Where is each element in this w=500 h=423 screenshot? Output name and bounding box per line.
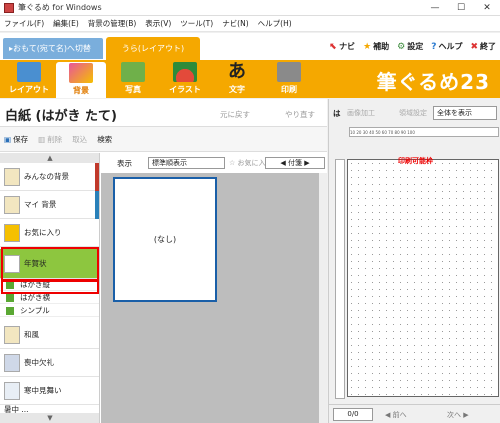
page-title: 白紙 (はがき たて) (5, 109, 117, 124)
horizontal-ruler: 10 20 30 40 50 60 70 80 90 100 (349, 127, 499, 137)
preview-tool-ha[interactable]: は (333, 108, 341, 119)
save-button[interactable]: ▣ 保存 (4, 134, 28, 145)
thumbnail-toolbar: 表示 標準順表示 ☆ お気に入 ◀ 付箋 ▶ (101, 153, 327, 173)
category-japanese[interactable]: 和風 (0, 321, 99, 349)
subcategory-simple[interactable]: シンプル (0, 305, 99, 317)
category-favorites[interactable]: お気に入り (0, 219, 99, 247)
trash-icon: ▥ (38, 134, 46, 144)
preview-footer: 0/0 ◀ 前へ 次へ ▶ (329, 404, 500, 423)
menu-edit[interactable]: 編集(E) (53, 18, 79, 29)
menu-background[interactable]: 背景の管理(B) (88, 18, 137, 29)
menu-bar: ファイル(F) 編集(E) 背景の管理(B) 表示(V) ツール(T) ナビ(N… (0, 16, 500, 32)
maximize-button[interactable]: ☐ (448, 0, 474, 16)
cursor-icon: ⬉ (329, 41, 338, 52)
window-controls: — ☐ ✕ (422, 0, 500, 16)
minimize-button[interactable]: — (422, 0, 448, 16)
background-button[interactable]: 背景 (56, 62, 106, 98)
layout-icon (17, 62, 41, 82)
area-setting-button[interactable]: 領域設定 (399, 108, 427, 118)
category-mourning[interactable]: 喪中欠礼 (0, 349, 99, 377)
menu-file[interactable]: ファイル(F) (4, 18, 44, 29)
illustration-button[interactable]: イラスト (160, 62, 210, 97)
help-link[interactable]: ? ヘルプ (431, 41, 462, 52)
layout-button[interactable]: レイアウト (4, 62, 54, 97)
redo-button[interactable]: やり直す (285, 109, 315, 120)
delete-button[interactable]: ▥ 削除 (38, 134, 62, 145)
category-icon (4, 167, 20, 186)
import-button[interactable]: 取込 (72, 134, 87, 145)
preview-toolbar: は 画像加工 領域設定 全体を表示 (329, 105, 500, 121)
background-icon (69, 63, 93, 83)
category-my[interactable]: マイ 背景 (0, 191, 99, 219)
menu-view[interactable]: 表示(V) (145, 18, 171, 29)
sort-select[interactable]: 標準順表示 (148, 157, 225, 169)
zoom-select[interactable]: 全体を表示 (433, 106, 497, 120)
view-label: 表示 (117, 159, 132, 168)
mode-bar: ▸おもて(宛て名)へ切替 うら(レイアウト) ⬉ ナビ ★ 補助 ⚙ 設定 ? ヘルプ … (0, 33, 500, 60)
text-button[interactable]: あ 文字 (212, 62, 262, 97)
thumbnail-scrollbar[interactable] (319, 173, 327, 423)
close-button[interactable]: ✕ (474, 0, 500, 16)
category-icon (4, 195, 20, 214)
assist-link[interactable]: ★ 補助 (363, 41, 389, 52)
panel-header: 白紙 (はがき たて) 元に戻す やり直す (0, 99, 327, 127)
highlight-newyear (1, 247, 99, 281)
postcard-canvas[interactable]: 印刷可能枠 (347, 157, 499, 397)
print-button[interactable]: 印刷 (264, 62, 314, 97)
menu-tools[interactable]: ツール(T) (180, 18, 213, 29)
highlight-hagaki-tate (1, 280, 99, 294)
top-links: ⬉ ナビ ★ 補助 ⚙ 設定 ? ヘルプ ✖ 終了 (322, 41, 496, 52)
page-counter: 0/0 (333, 408, 373, 421)
star-icon (4, 223, 20, 242)
category-icon (4, 353, 20, 372)
menu-navi[interactable]: ナビ(N) (222, 18, 248, 29)
brush-text-icon: あ (228, 61, 246, 82)
exit-link[interactable]: ✖ 終了 (470, 41, 496, 52)
gear-icon: ⚙ (397, 41, 406, 52)
switch-front-tab[interactable]: ▸おもて(宛て名)へ切替 (3, 38, 103, 59)
app-icon (4, 2, 14, 13)
category-icon (4, 325, 20, 344)
snowman-icon (4, 381, 20, 400)
thumbnail-area: 表示 標準順表示 ☆ お気に入 ◀ 付箋 ▶ (なし) (101, 153, 327, 423)
image-edit-button[interactable]: 画像加工 (347, 108, 375, 118)
category-winter[interactable]: 寒中見舞い (0, 377, 99, 405)
navi-link[interactable]: ⬉ ナビ (330, 41, 356, 52)
question-icon: ? (431, 41, 437, 52)
menu-help[interactable]: ヘルプ(H) (258, 18, 292, 29)
panel-toolbar: ▣ 保存 ▥ 削除 取込 検索 (0, 127, 327, 152)
green-square-icon (6, 293, 14, 302)
tag-selector[interactable]: ◀ 付箋 ▶ (265, 157, 325, 169)
undo-button[interactable]: 元に戻す (220, 109, 250, 120)
printable-area-label: 印刷可能枠 (398, 157, 433, 165)
scroll-up-button[interactable]: ▲ (0, 153, 99, 163)
background-panel: 白紙 (はがき たて) 元に戻す やり直す ▣ 保存 ▥ 削除 取込 検索 ▲ みん… (0, 99, 327, 423)
printer-icon (277, 62, 301, 82)
photo-button[interactable]: 写真 (108, 62, 158, 97)
category-everyone[interactable]: みんなの背景 (0, 163, 99, 191)
favorites-filter[interactable]: ☆ お気に入 (229, 158, 266, 168)
thumbnail-caption: (なし) (153, 235, 177, 244)
window-title: 筆ぐるめ for Windows (18, 3, 102, 12)
back-layout-tab[interactable]: うら(レイアウト) (106, 37, 200, 60)
close-icon: ✖ (470, 41, 478, 52)
main-ribbon: レイアウト 背景 写真 イラスト あ 文字 印刷 筆ぐるめ23 (0, 60, 500, 98)
watermelon-icon (173, 62, 197, 82)
star-icon: ★ (363, 41, 372, 52)
next-button[interactable]: 次へ ▶ (447, 410, 469, 420)
scroll-down-button[interactable]: ▼ (0, 413, 99, 423)
prev-button[interactable]: ◀ 前へ (385, 410, 407, 420)
green-square-icon (6, 306, 14, 315)
save-icon: ▣ (4, 134, 12, 144)
search-button[interactable]: 検索 (97, 134, 112, 145)
photo-icon (121, 62, 145, 82)
title-bar: 筆ぐるめ for Windows — ☐ ✕ (0, 0, 500, 16)
settings-link[interactable]: ⚙ 設定 (397, 41, 423, 52)
preview-panel: は 画像加工 領域設定 全体を表示 10 20 30 40 50 60 70 8… (328, 99, 500, 423)
background-thumbnail[interactable]: (なし) (113, 177, 217, 302)
vertical-ruler (335, 159, 345, 399)
brand-logo: 筆ぐるめ23 (376, 70, 490, 94)
